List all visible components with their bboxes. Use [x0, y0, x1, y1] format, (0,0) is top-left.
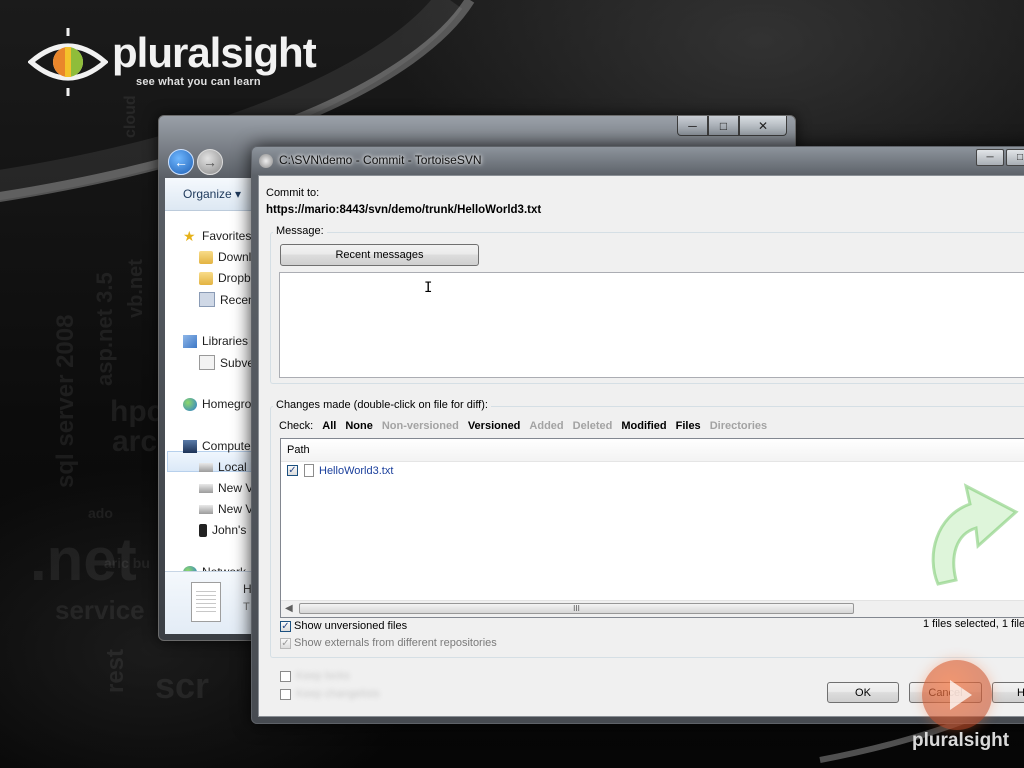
nav-item-libraries[interactable]: Libraries	[183, 334, 248, 348]
scrollbar-thumb[interactable]: III	[299, 603, 854, 614]
homegroup-icon	[183, 397, 197, 411]
minimize-button[interactable]: ─	[677, 116, 708, 136]
show-externals-label: Show externals from different repositori…	[294, 637, 497, 649]
show-unversioned-label: Show unversioned files	[294, 620, 408, 632]
keep-locks-checkbox[interactable]	[280, 671, 291, 682]
phone-icon	[199, 523, 207, 537]
background-word: service	[55, 595, 145, 625]
drive-icon	[199, 483, 213, 493]
forward-arrow-icon[interactable]: →	[197, 149, 223, 175]
changes-group-label: Changes made (double-click on file for d…	[273, 399, 491, 411]
navigation-pane: ★ Favorites Downloads Dropbox Recent Pla…	[165, 211, 297, 579]
background-word: cloud	[122, 95, 139, 138]
show-externals-checkbox[interactable]: ✓	[280, 638, 291, 649]
dialog-maximize-button[interactable]: □	[1006, 149, 1024, 166]
explorer-caption-buttons: ─ □ ✕	[677, 116, 787, 136]
nav-label: Favorites	[202, 229, 252, 243]
eye-logo-icon	[28, 28, 108, 96]
filter-modified[interactable]: Modified	[621, 420, 666, 432]
list-item[interactable]: ✓ HelloWorld3.txt	[285, 463, 485, 479]
filter-non-versioned[interactable]: Non-versioned	[382, 420, 459, 432]
tortoisesvn-icon	[259, 154, 273, 168]
selection-status-text: 1 files selected, 1 file	[923, 618, 1024, 630]
back-arrow-icon[interactable]: ←	[168, 149, 194, 175]
maximize-button[interactable]: □	[708, 116, 739, 136]
filter-deleted[interactable]: Deleted	[573, 420, 613, 432]
dialog-caption-buttons: ─ □	[976, 149, 1024, 166]
check-filter-row: Check: All None Non-versioned Versioned …	[279, 420, 767, 432]
nav-label: Libraries	[202, 334, 249, 348]
help-button[interactable]: H	[992, 682, 1024, 703]
filter-versioned[interactable]: Versioned	[468, 420, 521, 432]
commit-url: https://mario:8443/svn/demo/trunk/HelloW…	[266, 204, 542, 216]
nav-item-computer[interactable]: Computer	[183, 439, 255, 453]
filter-files[interactable]: Files	[676, 420, 701, 432]
message-group-label: Message:	[273, 225, 327, 237]
list-header: Path	[281, 439, 1024, 462]
corner-pluralsight-logo: pluralsight	[912, 730, 1010, 751]
text-file-icon	[304, 464, 314, 477]
logo-wordmark: pluralsight	[112, 29, 317, 76]
keep-locks-label: Keep locks	[296, 670, 350, 682]
scroll-left-arrow-icon[interactable]: ◀	[285, 603, 293, 614]
filter-added[interactable]: Added	[529, 420, 563, 432]
keep-changelists-checkbox[interactable]	[280, 689, 291, 700]
close-button[interactable]: ✕	[739, 116, 787, 136]
background-word: sql server 2008	[52, 314, 79, 488]
keep-changelists-label: Keep changelists	[296, 688, 380, 700]
star-icon: ★	[183, 227, 196, 244]
column-header-path[interactable]: Path	[287, 444, 310, 456]
organize-menu[interactable]: Organize ▾	[183, 187, 241, 201]
background-word: aric bu	[104, 555, 150, 571]
filter-none[interactable]: None	[345, 420, 373, 432]
file-checkbox[interactable]: ✓	[287, 465, 298, 476]
horizontal-scrollbar[interactable]: ◀ III	[281, 600, 1024, 617]
drive-icon	[199, 462, 213, 472]
text-file-icon	[191, 582, 221, 622]
computer-icon	[183, 439, 197, 453]
show-unversioned-checkbox[interactable]: ✓	[280, 621, 291, 632]
nav-label: Computer	[202, 439, 255, 453]
logo-tagline: see what you can learn	[136, 76, 261, 88]
nav-label: John's	[212, 523, 247, 537]
text-cursor-icon: I	[424, 280, 433, 296]
background-word: vb.net	[125, 259, 147, 318]
folder-icon	[199, 250, 213, 264]
library-icon	[183, 334, 197, 348]
background-word: rest	[102, 648, 129, 693]
filter-directories[interactable]: Directories	[710, 420, 767, 432]
filter-all[interactable]: All	[322, 420, 336, 432]
drive-icon	[199, 504, 213, 514]
commit-to-label: Commit to:	[266, 187, 320, 199]
ok-button[interactable]: OK	[827, 682, 899, 703]
dialog-title: C:\SVN\demo - Commit - TortoiseSVN	[279, 153, 482, 167]
background-word: arc	[112, 425, 158, 458]
check-label: Check:	[279, 420, 314, 432]
details-file-type: T	[243, 601, 250, 613]
background-word: ado	[88, 505, 113, 521]
document-icon	[199, 355, 215, 370]
folder-icon	[199, 271, 213, 285]
play-icon[interactable]	[922, 660, 992, 730]
recent-places-icon	[199, 292, 215, 307]
nav-item-phone[interactable]: John's	[199, 523, 246, 537]
nav-item-favorites[interactable]: ★ Favorites	[183, 227, 252, 244]
recent-messages-button[interactable]: Recent messages	[280, 244, 479, 266]
changed-files-list[interactable]: Path ✓ HelloWorld3.txt ◀ III	[280, 438, 1024, 618]
svn-commit-arrow-icon	[931, 483, 1019, 586]
dialog-minimize-button[interactable]: ─	[976, 149, 1004, 166]
background-word: hpc	[110, 395, 164, 428]
file-path: HelloWorld3.txt	[319, 465, 394, 477]
message-textarea[interactable]	[279, 272, 1024, 378]
pluralsight-logo: pluralsight see what you can learn	[28, 28, 328, 98]
background-word: asp.net 3.5	[92, 272, 117, 386]
background-word: scr	[155, 665, 210, 706]
